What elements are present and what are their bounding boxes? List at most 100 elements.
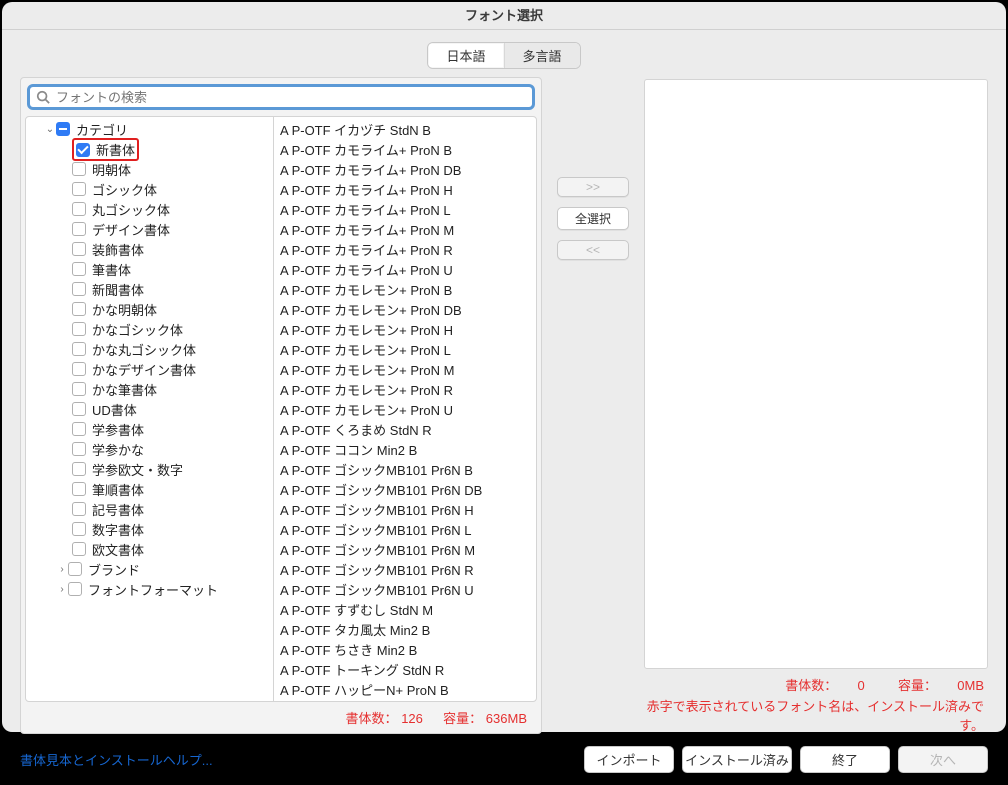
import-button[interactable]: インポート [584,746,674,773]
tree-item[interactable]: 筆書体 [26,259,273,279]
add-button[interactable]: >> [557,177,629,197]
tree-item[interactable]: 学参書体 [26,419,273,439]
installed-button[interactable]: インストール済み [682,746,792,773]
font-row[interactable]: A P-OTF カモレモン+ ProN U [274,399,536,419]
checkbox[interactable] [72,482,86,496]
font-row[interactable]: A P-OTF ゴシックMB101 Pr6N DB [274,479,536,499]
font-row[interactable]: A P-OTF カモレモン+ ProN DB [274,299,536,319]
font-row[interactable]: A P-OTF ココン Min2 B [274,439,536,459]
font-row[interactable]: A P-OTF すずむし StdN M [274,599,536,619]
tree-item[interactable]: 筆順書体 [26,479,273,499]
checkbox[interactable] [68,582,82,596]
tree-item[interactable]: 学参かな [26,439,273,459]
checkbox-category[interactable] [56,122,70,136]
tree-item[interactable]: 明朝体 [26,159,273,179]
help-link[interactable]: 書体見本とインストールヘルプ... [20,750,213,769]
checkbox[interactable] [72,362,86,376]
tree-item[interactable]: 装飾書体 [26,239,273,259]
checkbox[interactable] [72,442,86,456]
tree-item[interactable]: かな明朝体 [26,299,273,319]
font-row[interactable]: A P-OTF ゴシックMB101 Pr6N H [274,499,536,519]
checkbox[interactable] [72,342,86,356]
font-row[interactable]: A P-OTF カモライム+ ProN R [274,239,536,259]
select-all-button[interactable]: 全選択 [557,207,629,230]
disclosure-right-icon[interactable]: › [56,584,68,595]
font-row[interactable]: A P-OTF カモレモン+ ProN H [274,319,536,339]
checkbox[interactable] [72,422,86,436]
tree-item[interactable]: UD書体 [26,399,273,419]
checkbox[interactable] [72,262,86,276]
checkbox[interactable] [72,222,86,236]
font-row[interactable]: A P-OTF ゴシックMB101 Pr6N B [274,459,536,479]
font-row[interactable]: A P-OTF ゴシックMB101 Pr6N L [274,519,536,539]
footer: 書体見本とインストールヘルプ... インポート インストール済み 終了 次へ [2,738,1006,785]
checkbox[interactable] [72,462,86,476]
search-input[interactable] [50,90,526,105]
font-row[interactable]: A P-OTF ちさき Min2 B [274,639,536,659]
tree-item[interactable]: 記号書体 [26,499,273,519]
checkbox[interactable] [72,242,86,256]
checkbox[interactable] [68,562,82,576]
font-list[interactable]: A P-OTF イカヅチ StdN BA P-OTF カモライム+ ProN B… [274,117,536,701]
tree-item-label: かな丸ゴシック体 [92,340,196,359]
checkbox[interactable] [72,282,86,296]
font-row[interactable]: A P-OTF ゴシックMB101 Pr6N U [274,579,536,599]
tree-item[interactable]: かなデザイン書体 [26,359,273,379]
tree-item-label: 新聞書体 [92,280,144,299]
tree-brand-root[interactable]: ›ブランド [26,559,273,579]
checkbox[interactable] [72,382,86,396]
tree-item[interactable]: かな丸ゴシック体 [26,339,273,359]
font-row[interactable]: A P-OTF カモレモン+ ProN L [274,339,536,359]
font-row[interactable]: A P-OTF トーキング StdN R [274,659,536,679]
size-label: 容量： [898,678,937,693]
tab-multilingual[interactable]: 多言語 [504,43,580,68]
highlighted-item: 新書体 [72,138,139,161]
quit-button[interactable]: 終了 [800,746,890,773]
tree-item[interactable]: 丸ゴシック体 [26,199,273,219]
disclosure-down-icon[interactable]: ⌄ [44,124,56,135]
tree-item[interactable]: 学参欧文・数字 [26,459,273,479]
checkbox[interactable] [72,522,86,536]
checkbox[interactable] [72,182,86,196]
checkbox[interactable] [72,162,86,176]
category-tree[interactable]: ⌄カテゴリ新書体明朝体ゴシック体丸ゴシック体デザイン書体装飾書体筆書体新聞書体か… [26,117,274,701]
checkbox[interactable] [72,542,86,556]
font-row[interactable]: A P-OTF カモレモン+ ProN M [274,359,536,379]
font-row[interactable]: A P-OTF カモライム+ ProN B [274,139,536,159]
font-row[interactable]: A P-OTF カモライム+ ProN L [274,199,536,219]
tree-item[interactable]: デザイン書体 [26,219,273,239]
font-row[interactable]: A P-OTF くろまめ StdN R [274,419,536,439]
tree-item[interactable]: ゴシック体 [26,179,273,199]
next-button[interactable]: 次へ [898,746,988,773]
font-row[interactable]: A P-OTF カモレモン+ ProN B [274,279,536,299]
tree-category-root[interactable]: ⌄カテゴリ [26,119,273,139]
checkbox[interactable] [72,322,86,336]
tree-item[interactable]: 欧文書体 [26,539,273,559]
font-row[interactable]: A P-OTF カモライム+ ProN DB [274,159,536,179]
tree-item[interactable]: 新書体 [26,139,273,159]
checkbox[interactable] [76,143,90,157]
font-row[interactable]: A P-OTF ゴシックMB101 Pr6N M [274,539,536,559]
count-value: 126 [401,711,423,726]
font-row[interactable]: A P-OTF イカヅチ StdN B [274,119,536,139]
tree-item[interactable]: 新聞書体 [26,279,273,299]
font-row[interactable]: A P-OTF タカ風太 Min2 B [274,619,536,639]
disclosure-right-icon[interactable]: › [56,564,68,575]
search-field[interactable] [27,84,535,110]
tree-format-root[interactable]: ›フォントフォーマット [26,579,273,599]
checkbox[interactable] [72,402,86,416]
checkbox[interactable] [72,202,86,216]
font-row[interactable]: A P-OTF カモライム+ ProN U [274,259,536,279]
font-row[interactable]: A P-OTF カモライム+ ProN M [274,219,536,239]
tab-japanese[interactable]: 日本語 [428,43,503,68]
font-row[interactable]: A P-OTF カモレモン+ ProN R [274,379,536,399]
tree-item[interactable]: 数字書体 [26,519,273,539]
font-row[interactable]: A P-OTF ゴシックMB101 Pr6N R [274,559,536,579]
remove-button[interactable]: << [557,240,629,260]
checkbox[interactable] [72,302,86,316]
checkbox[interactable] [72,502,86,516]
tree-item[interactable]: かなゴシック体 [26,319,273,339]
font-row[interactable]: A P-OTF ハッピーN+ ProN B [274,679,536,699]
tree-item[interactable]: かな筆書体 [26,379,273,399]
font-row[interactable]: A P-OTF カモライム+ ProN H [274,179,536,199]
